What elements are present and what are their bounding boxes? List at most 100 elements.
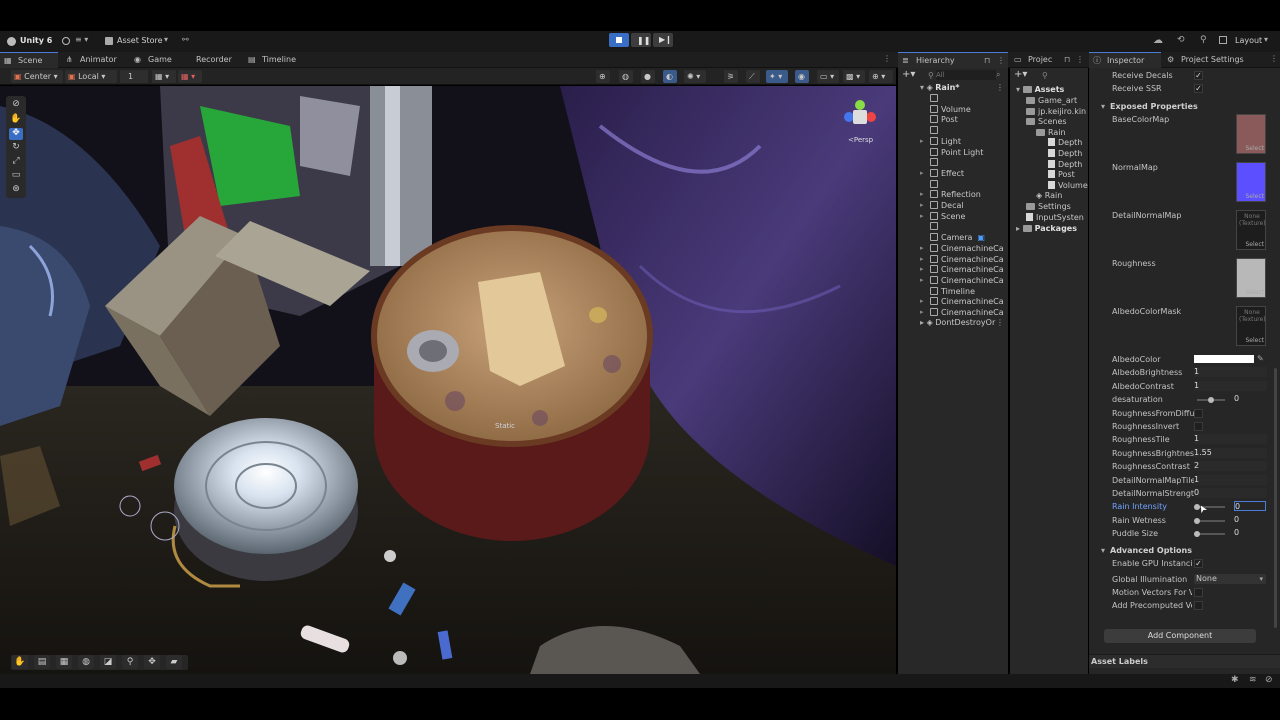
project-asset[interactable]: Depth — [1048, 159, 1082, 170]
hierarchy-item[interactable] — [930, 93, 1006, 104]
project-asset[interactable]: Depth — [1048, 148, 1082, 159]
scene-more-icon[interactable]: ⋮ — [883, 54, 891, 63]
overlays-button[interactable]: ▭ ▾ — [817, 70, 839, 83]
camera-button[interactable]: ▩ ▾ — [843, 70, 865, 83]
receive-decals-checkbox[interactable]: ✓ — [1194, 71, 1203, 80]
orientation-gizmo[interactable]: <Persp — [838, 98, 882, 148]
grid-plane-button[interactable]: ▦ ▾ — [178, 70, 202, 83]
account-label[interactable]: Unity 6 — [20, 36, 52, 45]
search-filter-icon[interactable]: ⌕ — [996, 70, 1000, 80]
hierarchy-item[interactable]: ▸ Light — [920, 136, 1006, 147]
space-dropdown[interactable]: ▣ Local ▾ — [65, 70, 117, 83]
inspector-more-icon[interactable]: ⋮ — [1270, 54, 1278, 63]
add-component-button[interactable]: Add Component — [1104, 629, 1256, 643]
hierarchy-dontdestroy[interactable]: ▸ ◈ DontDestroyOr ⋮ — [920, 317, 1006, 328]
rect-tool-icon[interactable]: ▭ — [9, 170, 23, 182]
hierarchy-item[interactable]: ▸ Reflection — [920, 189, 1006, 200]
project-folder[interactable]: Scenes — [1026, 116, 1067, 127]
eyedropper-icon[interactable]: ✎ — [1257, 354, 1264, 363]
play-button[interactable] — [609, 33, 629, 47]
search-icon[interactable]: ⚲ — [1200, 35, 1207, 45]
scene-more-icon[interactable]: ⋮ — [996, 82, 1004, 93]
debug-bug-icon[interactable]: ✱ — [1231, 675, 1239, 685]
tab-recorder[interactable]: Recorder — [178, 52, 234, 68]
property-value-field[interactable]: 0 — [1234, 394, 1266, 404]
property-value-field[interactable]: 1 — [1194, 367, 1267, 378]
hierarchy-item[interactable]: Post — [930, 114, 1006, 125]
tile-palette-icon[interactable]: ▤ — [34, 655, 50, 669]
expand-arrow-icon[interactable]: ▸ — [920, 189, 924, 200]
property-value-field[interactable]: 1.55 — [1194, 447, 1267, 458]
asset-labels-bar[interactable]: Asset Labels — [1089, 654, 1280, 668]
history-icon[interactable]: ⟲ — [1177, 35, 1185, 45]
property-checkbox[interactable] — [1194, 422, 1203, 431]
project-more-icon[interactable]: ⋮ — [1076, 52, 1084, 68]
pivot-dropdown[interactable]: ▣ Center ▾ — [11, 70, 63, 83]
snap-increment[interactable]: 1 — [120, 70, 148, 83]
select-button[interactable]: Select — [1245, 241, 1264, 248]
hierarchy-item[interactable]: Point Light — [930, 147, 1006, 158]
hierarchy-item[interactable]: ▸ Effect — [920, 168, 1006, 179]
hierarchy-item[interactable] — [930, 221, 1006, 232]
dontdestroy-more-icon[interactable]: ⋮ — [996, 317, 1004, 328]
project-folder[interactable]: Rain — [1036, 127, 1066, 138]
property-value-field[interactable]: 1 — [1194, 474, 1267, 485]
expand-arrow-icon[interactable]: ▸ — [920, 168, 924, 179]
hierarchy-item[interactable]: ▸ CinemachineCa — [920, 243, 1006, 254]
albedo-color-mask-slot[interactable]: None (Texture) Select — [1236, 306, 1266, 346]
project-lock-icon[interactable]: ⊓ — [1064, 52, 1070, 68]
motion-vectors-checkbox[interactable] — [1194, 588, 1203, 597]
grid-brush-icon[interactable]: ▦ — [56, 655, 72, 669]
normal-map-slot[interactable]: Select — [1236, 162, 1266, 202]
hierarchy-search-input[interactable] — [936, 70, 996, 80]
assets-folder[interactable]: ▾ Assets — [1016, 84, 1064, 95]
persp-label[interactable]: <Persp — [848, 136, 873, 144]
advanced-options-header[interactable]: Advanced Options — [1110, 546, 1192, 555]
hierarchy-item[interactable]: ▸ CinemachineCa — [920, 296, 1006, 307]
gizmos-button[interactable]: ⊕ ▾ — [869, 70, 893, 83]
tab-timeline[interactable]: ▤ Timeline — [244, 52, 302, 68]
visibility-toggle-button[interactable]: ◉ — [795, 70, 809, 83]
expand-arrow-icon[interactable]: ▸ — [920, 200, 924, 211]
version-control-icon[interactable]: ⚯ — [182, 35, 189, 44]
stack-icon[interactable]: ≋ — [1249, 675, 1257, 685]
hierarchy-scene-root[interactable]: ▾ ◈ Rain* ⋮ — [920, 82, 1006, 93]
slider-knob[interactable] — [1194, 517, 1200, 524]
fill-icon[interactable]: ◪ — [100, 655, 116, 669]
expand-arrow-icon[interactable]: ▾ — [1101, 102, 1105, 111]
precomputed-checkbox[interactable] — [1194, 601, 1203, 610]
project-asset[interactable]: Post — [1048, 169, 1075, 180]
shaded-wire-button[interactable]: ◍ — [619, 70, 633, 83]
picker-icon[interactable]: ⚲ — [122, 655, 138, 669]
expand-arrow-icon[interactable]: ▾ — [1101, 546, 1105, 555]
collab-icon[interactable] — [62, 37, 70, 45]
hierarchy-item[interactable]: Timeline — [930, 286, 1006, 297]
expand-arrow-icon[interactable]: ▸ — [920, 211, 924, 222]
roughness-map-slot[interactable]: Select — [1236, 258, 1266, 298]
layers-icon[interactable] — [1219, 36, 1227, 44]
project-folder[interactable]: Game_art — [1026, 95, 1077, 106]
gpu-instancing-checkbox[interactable]: ✓ — [1194, 559, 1203, 568]
expand-arrow-icon[interactable]: ▸ — [920, 136, 924, 147]
tab-animator[interactable]: ⋔ Animator — [62, 52, 126, 68]
project-asset[interactable]: InputSysten — [1026, 212, 1084, 223]
select-button[interactable]: Select — [1245, 289, 1264, 296]
property-value-field[interactable]: 0 — [1234, 515, 1266, 525]
rotate-tool-icon[interactable]: ↻ — [9, 142, 23, 154]
scene-viewport[interactable]: Static <Persp ⊘ ✋ ✥ ↻ ⤢ ▭ ⊛ ✋ ▤ ▦ ◍ ◪ ⚲ … — [0, 86, 896, 674]
eraser-icon[interactable]: ▰ — [166, 655, 182, 669]
expand-arrow-icon[interactable]: ▸ — [920, 296, 924, 307]
audio-toggle-button[interactable]: ⟋ — [746, 70, 760, 83]
expand-arrow-icon[interactable]: ▸ — [920, 264, 924, 275]
project-folder[interactable]: Settings — [1026, 201, 1071, 212]
view-tool-icon[interactable]: ⊘ — [9, 99, 23, 111]
project-folder[interactable]: jp.keijiro.kin — [1026, 106, 1086, 117]
detail-normal-map-slot[interactable]: None (Texture) Select — [1236, 210, 1266, 250]
property-value-field[interactable]: 2 — [1194, 461, 1267, 472]
effects-toggle-button[interactable]: ✦ ▾ — [766, 70, 788, 83]
tab-project-settings[interactable]: ⚙ Project Settings — [1163, 52, 1269, 68]
2d-toggle-button[interactable]: ⚞ — [724, 70, 738, 83]
receive-ssr-checkbox[interactable]: ✓ — [1194, 84, 1203, 93]
property-slider[interactable] — [1197, 519, 1225, 522]
search-icon[interactable]: ⚲ — [1042, 71, 1048, 80]
